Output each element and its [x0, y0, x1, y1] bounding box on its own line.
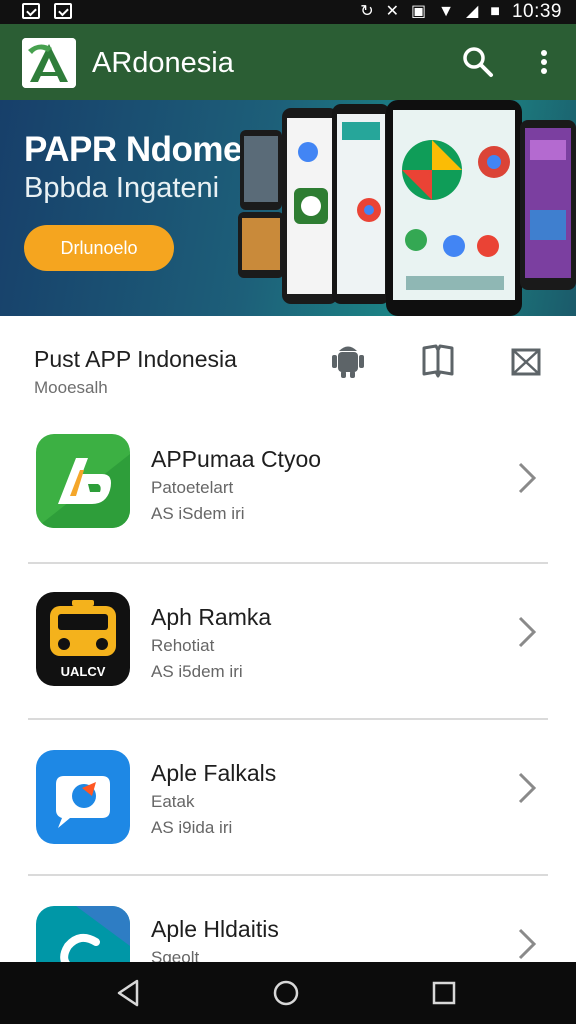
search-icon [463, 47, 493, 77]
app-name: Aple Hldaitis [151, 916, 279, 942]
app-size: AS iSdem iri [151, 504, 245, 523]
ap-logo-icon [36, 434, 130, 528]
back-button[interactable] [111, 976, 145, 1010]
recents-button[interactable] [427, 976, 461, 1010]
overflow-menu-icon [541, 50, 547, 56]
section-subtitle: Mooesalh [34, 378, 108, 397]
banner-title: PAPR Ndomeni [24, 130, 273, 169]
app-category: Eatak [151, 792, 195, 811]
grid-box-icon[interactable] [507, 342, 545, 380]
battery-icon: ■ [490, 3, 500, 20]
search-button[interactable] [460, 44, 496, 80]
svg-text:UALCV: UALCV [61, 664, 106, 679]
book-icon[interactable] [419, 342, 457, 380]
app-category: Sgeolt [151, 948, 200, 962]
back-icon [117, 979, 139, 1007]
status-time: 10:39 [511, 1, 562, 22]
app-title: ARdonesia [92, 47, 234, 79]
promo-banner[interactable]: PAPR Ndomeni Bpbda Ingateni Drlunoelo [0, 100, 576, 316]
home-icon [273, 980, 299, 1006]
camera-bubble-icon [36, 750, 130, 844]
app-size: AS i9ida iri [151, 818, 233, 837]
app-name: Aph Ramka [151, 604, 272, 630]
list-item[interactable]: APPumaa Ctyoo Patoetelart AS iSdem iri [0, 408, 576, 564]
download-notification-icon [54, 3, 72, 19]
overflow-menu-dot [541, 68, 547, 74]
app-category: Rehotiat [151, 636, 215, 655]
image-notification-icon [22, 3, 40, 19]
app-logo-icon[interactable] [22, 38, 76, 88]
nfc-icon: ▣ [411, 3, 427, 20]
banner-subtitle: Bpbda Ingateni [24, 172, 220, 204]
home-button[interactable] [269, 976, 303, 1010]
wifi-icon: ▼ [438, 3, 454, 20]
android-icon[interactable] [329, 342, 367, 380]
app-name: APPumaa Ctyoo [151, 446, 322, 472]
app-size: AS i5dem iri [151, 662, 243, 681]
app-category: Patoetelart [151, 478, 234, 497]
list-item[interactable]: UALCV Aph Ramka Rehotiat AS i5dem iri [0, 564, 576, 720]
chevron-right-icon [518, 928, 537, 960]
sync-icon: ↻ [360, 3, 374, 20]
chevron-right-icon [518, 616, 537, 648]
chevron-right-icon [518, 462, 537, 494]
overflow-menu-button[interactable] [530, 44, 558, 80]
section-title: Pust APP Indonesia [34, 346, 237, 372]
app-name: Aple Falkals [151, 760, 277, 786]
overflow-menu-dot [541, 59, 547, 65]
chevron-right-icon [518, 772, 537, 804]
status-bar: ↻ ✕ ▣ ▼ ◢ ■ 10:39 [0, 0, 576, 24]
app-bar: ARdonesia [0, 24, 576, 100]
list-item[interactable]: Aple Hldaitis Sgeolt [0, 876, 576, 962]
bus-icon: UALCV [36, 592, 130, 686]
phones-illustration [238, 100, 576, 316]
vibrate-off-icon: ✕ [385, 3, 399, 20]
list-item[interactable]: Aple Falkals Eatak AS i9ida iri [0, 720, 576, 876]
signal-icon: ◢ [465, 3, 479, 20]
system-nav-bar [0, 962, 576, 1024]
teal-c-icon [36, 906, 130, 962]
recents-icon [432, 981, 456, 1005]
banner-cta-button[interactable]: Drlunoelo [24, 225, 174, 271]
